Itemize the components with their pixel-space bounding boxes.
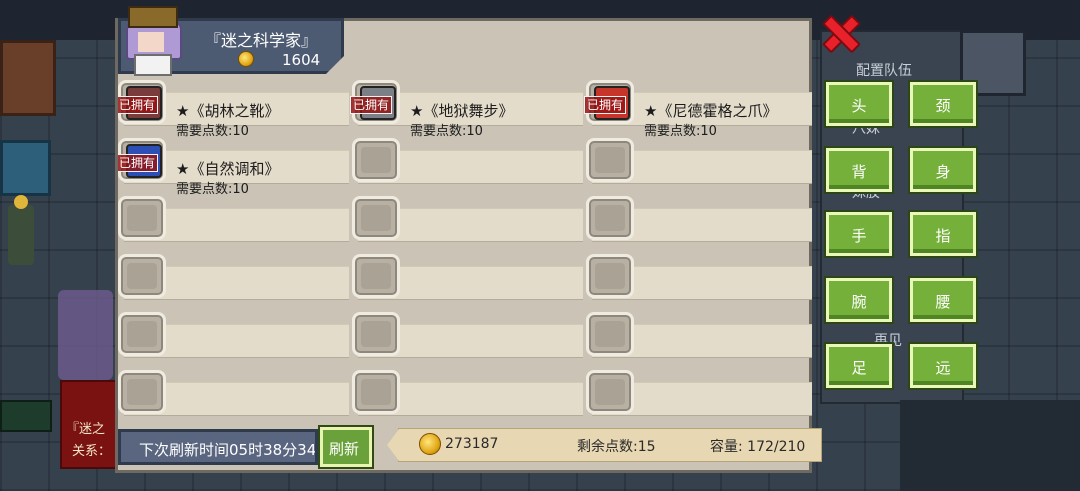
refresh-button[interactable]: 刷新	[320, 427, 372, 467]
empty-item-entry[interactable]	[586, 196, 812, 246]
empty-item-entry[interactable]	[118, 196, 350, 246]
slot-button-finger[interactable]: 指	[910, 212, 976, 256]
slot-button-foot[interactable]: 足	[826, 344, 892, 388]
empty-item-entry[interactable]	[586, 138, 812, 188]
item-name: ★《自然调和》	[176, 160, 280, 178]
close-button[interactable]	[822, 15, 856, 49]
cabinet	[0, 40, 56, 116]
empty-item-entry[interactable]	[352, 196, 584, 246]
resource-status-bar: 273187 剩余点数:15 容量: 172/210	[387, 428, 822, 462]
item-slot[interactable]	[586, 254, 634, 298]
item-slot[interactable]	[118, 196, 166, 240]
slot-button-label: 手	[851, 227, 867, 245]
slot-button-label: 头	[851, 97, 867, 115]
item-name: ★《胡林之靴》	[176, 102, 280, 120]
chair	[0, 140, 51, 196]
item-name: ★《尼德霍格之爪》	[644, 102, 778, 120]
empty-item-entry[interactable]	[586, 370, 812, 416]
refresh-timer-text: 下次刷新时间05时38分34秒	[139, 441, 318, 459]
background-nameplate-title: 『迷之	[66, 422, 106, 437]
item-slot[interactable]	[586, 138, 634, 182]
slot-button-label: 足	[851, 359, 867, 377]
slot-button-back[interactable]: 背	[826, 148, 892, 192]
remaining-points: 剩余点数:15	[577, 439, 656, 455]
item-row	[118, 196, 812, 246]
empty-item-entry[interactable]	[586, 254, 812, 304]
item-slot[interactable]	[118, 312, 166, 356]
equipment-grid: 已拥有 ★《胡林之靴》 需要点数:10 已拥有 ★《地狱舞步》 需要点数:10 已拥有 ★《尼…	[118, 78, 812, 416]
item-slot[interactable]	[586, 196, 634, 240]
slot-button-label: 远	[935, 359, 951, 377]
item-point-requirement: 需要点数:10	[644, 124, 717, 139]
console	[0, 400, 52, 432]
team-panel-title: 配置队伍	[856, 63, 912, 79]
refresh-timer: 下次刷新时间05时38分34秒	[118, 429, 318, 465]
slot-button-label: 颈	[935, 97, 951, 115]
empty-item-entry[interactable]	[352, 312, 584, 362]
item-entry[interactable]: 已拥有 ★《地狱舞步》 需要点数:10	[350, 80, 584, 139]
item-name: ★《地狱舞步》	[410, 102, 514, 120]
item-row	[118, 312, 812, 362]
avatar-hat	[128, 6, 178, 28]
item-point-requirement: 需要点数:10	[176, 182, 249, 197]
empty-item-entry[interactable]	[118, 312, 350, 362]
empty-item-entry[interactable]	[352, 254, 584, 304]
coin-icon	[238, 51, 254, 67]
slot-button-label: 腕	[851, 293, 867, 311]
capacity: 容量: 172/210	[710, 439, 806, 455]
slot-button-label: 身	[935, 163, 951, 181]
item-slot[interactable]	[352, 370, 400, 414]
slot-button-neck[interactable]: 颈	[910, 82, 976, 126]
flower-vase	[8, 195, 34, 265]
empty-item-entry[interactable]	[586, 312, 812, 362]
item-entry[interactable]: 已拥有 ★《自然调和》 需要点数:10	[118, 138, 350, 197]
avatar-face	[138, 32, 164, 52]
item-slot[interactable]	[352, 312, 400, 356]
item-row	[118, 254, 812, 304]
character-coins: 1604	[282, 51, 321, 69]
slot-button-waist[interactable]: 腰	[910, 278, 976, 322]
gold-coin-icon	[419, 433, 441, 455]
item-slot[interactable]	[352, 138, 400, 182]
item-row: 已拥有 ★《胡林之靴》 需要点数:10 已拥有 ★《地狱舞步》 需要点数:10 已拥有 ★《尼…	[118, 80, 812, 139]
background-character	[58, 290, 113, 380]
slot-button-label: 背	[851, 163, 867, 181]
refresh-button-label: 刷新	[329, 440, 360, 458]
slot-button-body[interactable]: 身	[910, 148, 976, 192]
slot-button-hand[interactable]: 手	[826, 212, 892, 256]
character-name: 『迷之科学家』	[205, 31, 318, 50]
background-floor-dark	[900, 400, 1080, 491]
item-row	[118, 370, 812, 416]
owned-badge: 已拥有	[118, 154, 159, 172]
item-slot[interactable]	[352, 254, 400, 298]
slot-button-label: 指	[935, 227, 951, 245]
empty-item-entry[interactable]	[118, 370, 350, 416]
item-slot[interactable]	[586, 370, 634, 414]
item-row: 已拥有 ★《自然调和》 需要点数:10	[118, 138, 812, 197]
empty-item-entry[interactable]	[352, 370, 584, 416]
slot-button-wrist[interactable]: 腕	[826, 278, 892, 322]
slot-button-ranged[interactable]: 远	[910, 344, 976, 388]
item-point-requirement: 需要点数:10	[410, 124, 483, 139]
item-slot[interactable]	[118, 254, 166, 298]
item-slot[interactable]	[352, 196, 400, 240]
item-slot[interactable]	[118, 370, 166, 414]
item-point-requirement: 需要点数:10	[176, 124, 249, 139]
empty-item-entry[interactable]	[118, 254, 350, 304]
slot-button-label: 腰	[935, 293, 951, 311]
item-entry[interactable]: 已拥有 ★《尼德霍格之爪》 需要点数:10	[584, 80, 812, 139]
gold-amount: 273187	[445, 436, 499, 452]
item-entry[interactable]: 已拥有 ★《胡林之靴》 需要点数:10	[118, 80, 350, 139]
item-slot[interactable]	[586, 312, 634, 356]
slot-button-head[interactable]: 头	[826, 82, 892, 126]
character-avatar	[120, 6, 182, 76]
owned-badge: 已拥有	[118, 96, 159, 114]
owned-badge: 已拥有	[584, 96, 627, 114]
owned-badge: 已拥有	[350, 96, 393, 114]
empty-item-entry[interactable]	[352, 138, 584, 188]
avatar-lab-coat	[134, 54, 172, 76]
background-nameplate-relation: 关系：	[72, 444, 112, 459]
